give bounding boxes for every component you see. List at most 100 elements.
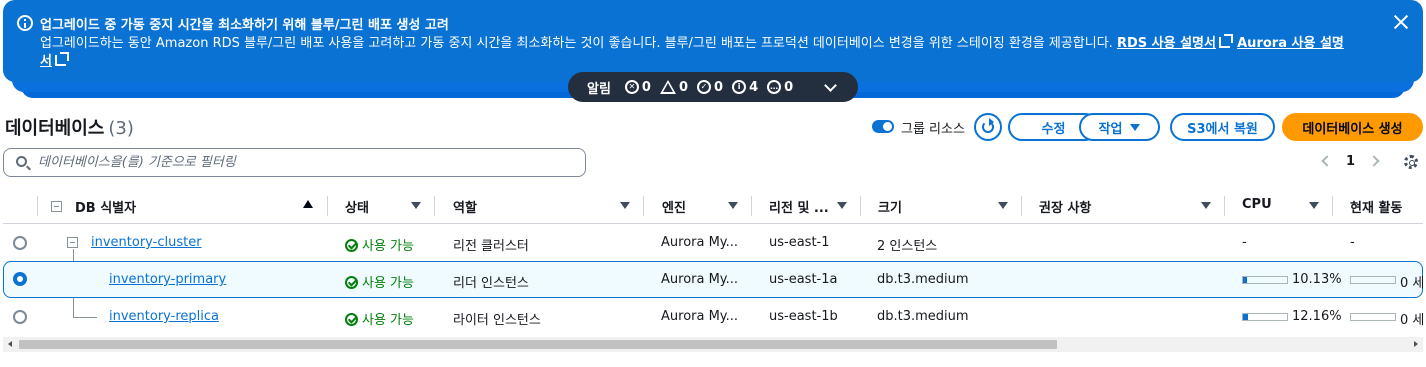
cpu-usage-bar <box>1242 313 1288 321</box>
chevron-right-icon[interactable] <box>1368 155 1380 167</box>
size-cell: db.t3.medium <box>877 272 969 287</box>
column-header-engine[interactable]: 엔진 <box>662 197 686 216</box>
page-number[interactable]: 1 <box>1346 154 1355 169</box>
column-header-region[interactable]: 리전 및 ... <box>769 197 829 216</box>
sort-icon[interactable] <box>620 202 630 209</box>
db-identifier-link[interactable]: inventory-primary <box>109 272 226 287</box>
engine-cell: Aurora My... <box>661 272 739 287</box>
cpu-cell: 10.13% <box>1292 272 1342 287</box>
role-cell: 라이터 인스턴스 <box>453 313 541 328</box>
cpu-usage-fill <box>1243 277 1247 283</box>
sort-icon[interactable] <box>411 202 421 209</box>
column-divider <box>860 196 861 216</box>
status-badge: 사용 가능 <box>345 235 414 254</box>
check-circle-icon <box>345 276 358 289</box>
column-header-db-identifier[interactable]: DB 식별자 <box>75 197 136 216</box>
database-count: (3) <box>108 118 134 139</box>
cpu-usage-bar <box>1242 276 1288 284</box>
row-select-radio[interactable] <box>13 310 27 324</box>
size-cell: db.t3.medium <box>877 309 969 324</box>
caret-down-icon <box>1130 123 1141 131</box>
size-cell: 2 인스턴스 <box>877 239 938 254</box>
rds-user-guide-link[interactable]: RDS 사용 설명서 <box>1117 34 1233 51</box>
activity-bar <box>1350 313 1396 321</box>
in-progress-icon: … <box>767 80 782 94</box>
row-select-radio[interactable] <box>13 236 27 250</box>
external-link-icon <box>1218 34 1233 48</box>
engine-cell: Aurora My... <box>661 309 739 324</box>
activity-bar <box>1350 276 1396 284</box>
column-divider <box>434 196 435 216</box>
restore-from-s3-button[interactable]: S3에서 복원 <box>1170 113 1275 141</box>
role-cell: 리더 인스턴스 <box>453 276 529 291</box>
warning-icon <box>659 80 676 94</box>
in-progress-count: … 0 <box>767 80 793 95</box>
banner-body: 업그레이드하는 동안 Amazon RDS 블루/그린 배포 사용을 고려하고 … <box>40 34 1355 71</box>
column-header-role[interactable]: 역할 <box>453 197 477 216</box>
scroll-right-arrow-icon[interactable] <box>1414 341 1418 347</box>
column-header-current-activity[interactable]: 현재 활동 <box>1350 197 1402 216</box>
search-icon <box>16 156 27 167</box>
check-circle-icon <box>345 239 358 252</box>
region-cell: us-east-1 <box>769 235 830 250</box>
actions-button[interactable]: 작업 <box>1079 113 1160 141</box>
column-divider <box>1332 196 1333 216</box>
scrollbar-thumb[interactable] <box>19 340 1057 349</box>
table-row[interactable]: inventory-primary 사용 가능 리더 인스턴스 Aurora M… <box>3 261 1425 298</box>
group-resources-label: 그룹 리소스 <box>901 122 965 137</box>
success-icon: ✓ <box>697 80 712 94</box>
external-link-icon <box>54 52 69 66</box>
collapse-all-icon[interactable] <box>51 201 62 212</box>
check-circle-icon <box>345 313 358 326</box>
column-header-recommendations[interactable]: 권장 사항 <box>1039 197 1091 216</box>
column-header-status[interactable]: 상태 <box>345 197 369 216</box>
engine-cell: Aurora My... <box>661 235 739 250</box>
sort-icon[interactable] <box>728 202 738 209</box>
filter-input[interactable] <box>38 153 568 172</box>
table-header-divider <box>3 223 1423 224</box>
banner-title: 업그레이드 중 가동 중지 시간을 최소화하기 위해 블루/그린 배포 생성 고… <box>40 18 449 33</box>
sort-ascending-icon[interactable] <box>303 200 313 208</box>
page-title: 데이터베이스 (3) <box>5 118 134 139</box>
sort-icon[interactable] <box>1201 202 1211 209</box>
cpu-usage-fill <box>1243 314 1248 320</box>
sort-icon[interactable] <box>998 202 1008 209</box>
chevron-down-icon[interactable] <box>824 78 838 92</box>
chevron-left-icon[interactable] <box>1321 155 1333 167</box>
info-icon <box>17 15 33 31</box>
close-icon[interactable] <box>1393 14 1409 30</box>
activity-cell: - <box>1350 235 1355 250</box>
notification-label: 알림 <box>587 81 611 97</box>
scroll-left-arrow-icon[interactable] <box>8 341 12 347</box>
table-row[interactable]: inventory-cluster 사용 가능 리전 클러스터 Aurora M… <box>3 225 1423 261</box>
db-identifier-link[interactable]: inventory-replica <box>109 309 219 324</box>
column-divider <box>751 196 752 216</box>
gear-icon[interactable] <box>1404 155 1418 169</box>
region-cell: us-east-1b <box>769 309 838 324</box>
notification-summary-bar[interactable]: 알림 ✕ 0 0 ✓ 0 i4 … 0 <box>568 72 858 102</box>
collapse-group-icon[interactable] <box>67 237 78 248</box>
status-badge: 사용 가능 <box>345 309 414 328</box>
refresh-button[interactable] <box>974 113 1002 141</box>
column-divider <box>1021 196 1022 216</box>
db-identifier-link[interactable]: inventory-cluster <box>91 235 202 250</box>
activity-cell: 0 세 <box>1400 276 1425 291</box>
success-count: ✓ 0 <box>697 80 723 95</box>
sort-icon[interactable] <box>1309 202 1319 209</box>
create-database-button[interactable]: 데이터베이스 생성 <box>1282 113 1423 141</box>
info-icon: i <box>732 80 747 94</box>
column-header-cpu[interactable]: CPU <box>1242 197 1272 212</box>
filter-box[interactable] <box>3 148 586 177</box>
column-divider <box>1224 196 1225 216</box>
role-cell: 리전 클러스터 <box>453 239 529 254</box>
column-header-size[interactable]: 크기 <box>878 197 902 216</box>
status-badge: 사용 가능 <box>345 272 414 291</box>
sort-icon[interactable] <box>837 202 847 209</box>
horizontal-scrollbar[interactable] <box>3 337 1423 352</box>
info-count: i4 <box>732 80 758 95</box>
group-resources-toggle[interactable] <box>872 120 894 133</box>
row-select-radio[interactable] <box>13 272 27 286</box>
column-divider <box>643 196 644 216</box>
table-row[interactable]: inventory-replica 사용 가능 라이터 인스턴스 Aurora … <box>3 299 1424 335</box>
blue-green-info-banner: 업그레이드 중 가동 중지 시간을 최소화하기 위해 블루/그린 배포 생성 고… <box>3 0 1423 82</box>
